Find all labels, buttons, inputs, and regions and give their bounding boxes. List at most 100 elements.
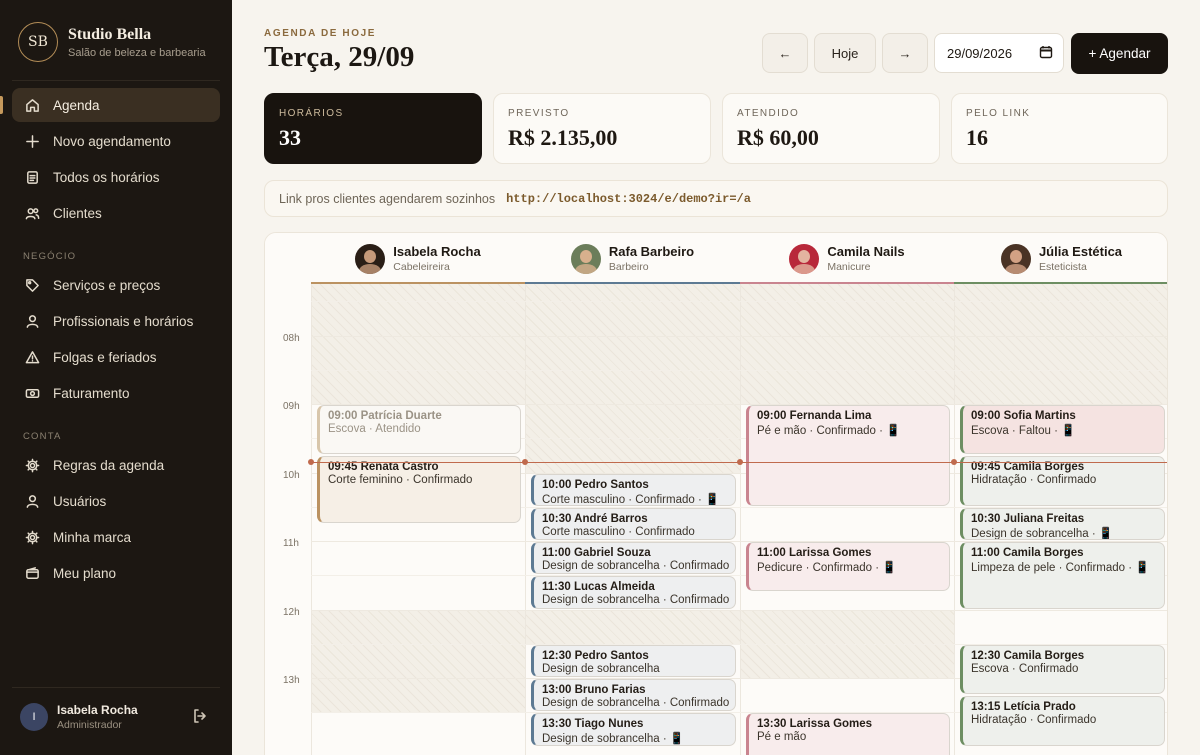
appointment-details: Design de sobrancelha · Confirmado: [542, 594, 730, 607]
avatar: I: [20, 703, 48, 731]
appointment-card[interactable]: 11:30 Lucas Almeida Design de sobrancelha…: [531, 576, 736, 609]
professional-avatar: [355, 243, 386, 274]
person-icon: [24, 493, 40, 509]
avatar-body: [574, 263, 597, 274]
unavailable-block: [526, 609, 740, 644]
appointment-card[interactable]: 13:30 Larissa Gomes Pé e mão: [746, 713, 950, 755]
professional-header[interactable]: Rafa Barbeiro Barbeiro: [525, 233, 740, 284]
professional-avatar: [1000, 243, 1031, 274]
appointment-card[interactable]: 12:30 Pedro Santos Design de sobrancelha: [531, 644, 736, 677]
current-time-dot: [737, 458, 743, 465]
appointment-details: Escova · Atendido: [328, 423, 421, 435]
appointment-card[interactable]: 11:00 Gabriel Souza Design de sobrancelha…: [531, 542, 736, 575]
professional-accent-line: [525, 282, 740, 284]
next-day-button[interactable]: →: [882, 33, 928, 73]
sidebar-item-faturamento[interactable]: Faturamento: [12, 376, 220, 410]
sidebar-item-regras[interactable]: Regras da agenda: [12, 448, 220, 482]
sidebar-item-servicos[interactable]: Serviços e preços: [12, 268, 220, 302]
professional-name: Isabela Rocha: [393, 244, 481, 259]
sidebar-item-label: Folgas e feriados: [53, 349, 157, 365]
professional-accent-line: [311, 282, 525, 284]
sidebar-item-label: Usuários: [53, 493, 107, 509]
appointment-card[interactable]: 11:00 Camila Borges Limpeza de pele · Con…: [960, 542, 1165, 609]
sidebar-item-minha-marca[interactable]: Minha marca: [12, 520, 220, 554]
users-icon: [24, 205, 40, 221]
appointment-title: 13:00 Bruno Farias: [542, 684, 646, 696]
unavailable-block: [312, 609, 525, 713]
sidebar-item-profissionais[interactable]: Profissionais e horários: [12, 304, 220, 338]
sidebar-item-todos-horarios[interactable]: Todos os horários: [12, 160, 220, 194]
stat-label: PREVISTO: [508, 108, 570, 119]
stat-value: 16: [966, 125, 988, 150]
stat-label: PELO LINK: [966, 108, 1031, 119]
calendar-grid: 07h08h09h10h11h12h13h09:00 Patrícia Duar…: [265, 264, 1167, 755]
sidebar-divider: [12, 80, 220, 81]
appointment-title: 10:30 Juliana Freitas: [971, 512, 1085, 525]
user-name: Isabela Rocha: [57, 703, 138, 717]
sidebar-item-novo-agendamento[interactable]: Novo agendamento: [12, 124, 220, 158]
appointment-title: 09:45 Renata Castro: [328, 461, 439, 474]
sidebar-item-meu-plano[interactable]: Meu plano: [12, 556, 220, 590]
sidebar-item-clientes[interactable]: Clientes: [12, 196, 220, 230]
appointment-details: Pé e mão · Confirmado · 📱: [757, 425, 901, 437]
avatar-face: [798, 249, 811, 263]
appointment-details: Escova · Confirmado: [971, 662, 1079, 675]
current-time-dot: [308, 458, 314, 465]
section-heading-account: CONTA: [23, 431, 62, 442]
gear-icon: [24, 529, 40, 545]
date-picker-input[interactable]: 29/09/2026: [934, 33, 1064, 73]
page-title: Terça, 29/09: [264, 41, 415, 73]
today-button[interactable]: Hoje: [814, 33, 876, 73]
person-icon: [24, 313, 40, 329]
appointment-card[interactable]: 12:30 Camila Borges Escova · Confirmado: [960, 644, 1165, 695]
booking-link-url[interactable]: http://localhost:3024/e/demo?ir=/a: [506, 192, 751, 206]
appointment-card[interactable]: 13:30 Tiago Nunes Design de sobrancelha ·…: [531, 713, 736, 746]
professional-header[interactable]: Júlia Estética Esteticista: [954, 233, 1167, 284]
current-time-dot: [522, 458, 528, 465]
appointment-card[interactable]: 11:00 Larissa Gomes Pedicure · Confirmado…: [746, 542, 950, 592]
professional-header[interactable]: Camila Nails Manicure: [740, 233, 954, 284]
stat-value: R$ 2.135,00: [508, 125, 618, 150]
document-icon: [24, 169, 40, 185]
warning-icon: [24, 349, 40, 365]
calendar-header: Isabela Rocha Cabeleireira Rafa Barbeiro Ba…: [265, 233, 1167, 284]
stat-label: HORÁRIOS: [279, 108, 344, 119]
appointment-title: 13:15 Letícia Prado: [971, 701, 1076, 714]
time-label: 09h: [283, 401, 300, 412]
sidebar-item-agenda[interactable]: Agenda: [0, 88, 220, 122]
appointment-card[interactable]: 10:00 Pedro Santos Corte masculino · Conf…: [531, 473, 736, 506]
appointment-card[interactable]: 10:30 André Barros Corte masculino · Conf…: [531, 507, 736, 540]
professional-accent-line: [740, 282, 954, 284]
brand[interactable]: SB Studio Bella Salão de beleza e barbea…: [18, 22, 206, 62]
calendar-icon[interactable]: [1039, 45, 1053, 62]
time-label: 11h: [283, 538, 299, 549]
appointment-card[interactable]: 13:00 Bruno Farias Design de sobrancelha …: [531, 679, 736, 712]
professional-header[interactable]: Isabela Rocha Cabeleireira: [311, 233, 525, 284]
appointment-title: 13:30 Tiago Nunes: [542, 718, 644, 731]
home-icon: [24, 97, 40, 113]
prev-day-button[interactable]: ←: [762, 33, 808, 73]
brand-logo: SB: [18, 22, 58, 62]
appointment-card[interactable]: 09:45 Renata Castro Corte feminino · Conf…: [317, 456, 521, 523]
logout-icon[interactable]: [192, 708, 208, 729]
appointment-card[interactable]: 09:45 Camila Borges Hidratação · Confirma…: [960, 456, 1165, 506]
sidebar-item-label: Serviços e preços: [53, 277, 161, 293]
avatar-body: [1004, 263, 1027, 274]
sidebar-nav: Agenda Novo agendamento Todos os horário…: [0, 88, 220, 592]
avatar-body: [359, 263, 382, 274]
appointment-details: Limpeza de pele · Confirmado · 📱: [971, 562, 1150, 574]
appointment-card[interactable]: 09:00 Patrícia Duarte Escova · Atendido: [317, 405, 521, 455]
appointment-title: 12:30 Camila Borges: [971, 649, 1085, 662]
new-appointment-button[interactable]: + Agendar: [1071, 33, 1168, 74]
appointment-card[interactable]: 10:30 Juliana Freitas Design de sobrancel…: [960, 507, 1165, 540]
appointment-card[interactable]: 13:15 Letícia Prado Hidratação · Confirma…: [960, 696, 1165, 746]
appointment-card[interactable]: 09:00 Sofia Martins Escova · Faltou · 📱: [960, 405, 1165, 455]
time-label: 08h: [283, 332, 300, 344]
sidebar-item-folgas[interactable]: Folgas e feriados: [12, 340, 220, 374]
appointment-title: 09:00 Patrícia Duarte: [328, 410, 442, 422]
appointment-details: Corte masculino · Confirmado: [542, 525, 695, 538]
stat-value: 33: [279, 125, 301, 150]
appointment-card[interactable]: 09:00 Fernanda Lima Pé e mão · Confirmado…: [746, 405, 950, 506]
sidebar-item-usuarios[interactable]: Usuários: [12, 484, 220, 518]
appointment-title: 10:30 André Barros: [542, 512, 648, 525]
